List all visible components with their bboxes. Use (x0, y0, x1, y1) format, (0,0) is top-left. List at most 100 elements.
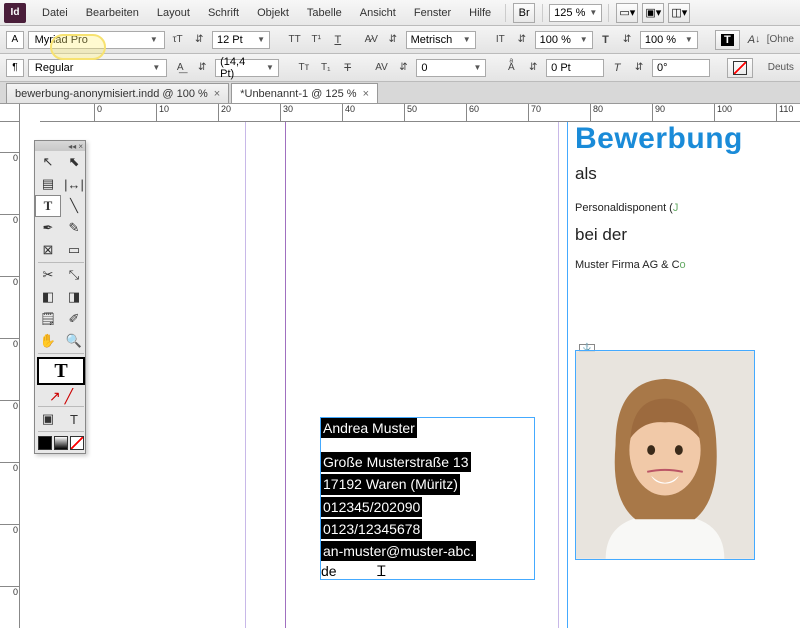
vscale-dropdown[interactable]: 100 %▼ (535, 31, 593, 49)
skew-field[interactable]: 0° (652, 59, 710, 77)
apply-none[interactable] (70, 436, 84, 450)
baseline-field[interactable]: 0 Pt (546, 59, 604, 77)
menu-objekt[interactable]: Objekt (249, 3, 297, 23)
gradient-feather-tool[interactable]: ◨ (61, 286, 87, 308)
zoom-value: 125 % (554, 7, 585, 19)
vscale-icon: IT (491, 31, 509, 49)
paragraph-mode-icon[interactable]: ¶ (6, 59, 24, 77)
stepper-icon[interactable]: ⇵ (513, 31, 531, 49)
stepper-icon[interactable]: ⇵ (630, 59, 648, 77)
type-tool[interactable]: T (35, 195, 61, 217)
menu-fenster[interactable]: Fenster (406, 3, 459, 23)
role-line: Personaldisponent (J (575, 194, 800, 217)
strikethrough-icon[interactable]: T (339, 59, 357, 77)
stepper-icon[interactable]: ⇵ (618, 31, 636, 49)
guide[interactable] (245, 122, 246, 628)
city-line: 17192 Waren (Müritz) (321, 474, 460, 494)
doc-tab-2[interactable]: *Unbenannt-1 @ 125 %× (231, 83, 378, 103)
character-mode-icon[interactable]: A (6, 31, 24, 49)
hand-tool[interactable]: ✋ (35, 330, 61, 352)
char-style-icon[interactable]: A↓ (745, 31, 763, 49)
font-size-dropdown[interactable]: 12 Pt▼ (212, 31, 270, 49)
menu-schrift[interactable]: Schrift (200, 3, 247, 23)
screen-mode-button[interactable]: ▣▾ (642, 3, 664, 23)
bridge-button[interactable]: Br (513, 3, 535, 23)
formatting-text[interactable]: T (61, 408, 87, 430)
smallcaps-icon[interactable]: Tᴛ (295, 59, 313, 77)
ruler-origin[interactable] (0, 104, 20, 122)
allcaps-icon[interactable]: TT (286, 31, 304, 49)
vertical-ruler[interactable]: 0 0 0 0 0 0 0 0 (0, 122, 20, 628)
skew-icon: T (608, 59, 626, 77)
free-transform-tool[interactable]: ⤡ (61, 264, 87, 286)
view-mode-button[interactable]: ▭▾ (616, 3, 638, 23)
page-tool[interactable]: ▤ (35, 173, 61, 195)
font-style-dropdown[interactable]: Regular▼ (28, 59, 167, 77)
kerning-dropdown[interactable]: Metrisch▼ (406, 31, 476, 49)
font-family-dropdown[interactable]: Myriad Pro▼ (28, 31, 165, 49)
canvas[interactable]: Bewerbung als Personaldisponent (J bei d… (20, 122, 800, 628)
subscript-icon[interactable]: T₁ (317, 59, 335, 77)
kerning-icon: A̷V (362, 31, 380, 49)
stepper-icon[interactable]: ⇵ (524, 59, 542, 77)
menu-hilfe[interactable]: Hilfe (461, 3, 499, 23)
name-line: Andrea Muster (321, 418, 417, 438)
line-tool[interactable]: ╲ (61, 195, 87, 217)
apply-gradient[interactable] (54, 436, 68, 450)
fill-stroke-proxy[interactable]: T (37, 357, 85, 385)
language-label[interactable]: Deuts (768, 62, 794, 73)
doc-tab-1[interactable]: bewerbung-anonymisiert.indd @ 100 %× (6, 83, 229, 103)
direct-selection-tool[interactable]: ⬉ (61, 151, 87, 173)
panel-header[interactable]: ◂◂ × (35, 141, 85, 151)
hscale-dropdown[interactable]: 100 %▼ (640, 31, 698, 49)
stepper-icon[interactable]: ⇵ (384, 31, 402, 49)
leading-dropdown[interactable]: (14,4 Pt)▼ (215, 59, 279, 77)
photo-frame[interactable] (575, 350, 755, 560)
horizontal-ruler[interactable]: 0 10 20 30 40 50 60 70 80 90 100 110 (40, 104, 800, 122)
rect-frame-tool[interactable]: ⊠ (35, 239, 61, 261)
stepper-icon[interactable]: ⇵ (394, 59, 412, 77)
note-tool[interactable]: 🗒 (35, 308, 61, 330)
control-panel-row1: A Myriad Pro▼ τT ⇵ 12 Pt▼ TT T¹ T A̷V ⇵ … (0, 26, 800, 54)
gradient-swatch-tool[interactable]: ◧ (35, 286, 61, 308)
menu-tabelle[interactable]: Tabelle (299, 3, 350, 23)
scissors-tool[interactable]: ✂ (35, 264, 61, 286)
fill-t-button[interactable]: T (715, 30, 740, 50)
pen-tool[interactable]: ✒ (35, 217, 61, 239)
apply-color[interactable] (38, 436, 52, 450)
guide[interactable] (558, 122, 559, 628)
column-guide[interactable] (567, 122, 568, 628)
workspace: 0 0 0 0 0 0 0 0 Bewerbung als Personaldi… (0, 122, 800, 628)
contact-text-frame[interactable]: Andrea Muster Große Musterstraße 13 1719… (320, 417, 535, 580)
font-size-icon: τT (169, 31, 187, 49)
close-icon[interactable]: × (214, 88, 220, 100)
title-block: Bewerbung als Personaldisponent (J bei d… (575, 122, 800, 274)
stepper-icon[interactable]: ⇵ (193, 59, 211, 77)
tools-panel[interactable]: ◂◂ × ↖ ⬉ ▤ |↔| T ╲ ✒ ✎ ⊠ ▭ ✂ ⤡ ◧ ◨ 🗒 ✐ ✋… (34, 140, 86, 454)
default-colors[interactable] (35, 433, 87, 453)
phone2-line: 0123/12345678 (321, 519, 422, 539)
zoom-tool[interactable]: 🔍 (61, 330, 87, 352)
menu-layout[interactable]: Layout (149, 3, 198, 23)
control-panel-row2: ¶ Regular▼ A͟ ⇵ (14,4 Pt)▼ Tᴛ T₁ T AV ⇵ … (0, 54, 800, 82)
swap-fill-stroke[interactable]: ↗ ╱ (35, 387, 87, 405)
pencil-tool[interactable]: ✎ (61, 217, 87, 239)
menu-datei[interactable]: Datei (34, 3, 76, 23)
rect-tool[interactable]: ▭ (61, 239, 87, 261)
margin-guide[interactable] (285, 122, 286, 628)
gap-tool[interactable]: |↔| (61, 173, 87, 195)
formatting-container[interactable]: ▣ (35, 408, 61, 430)
menu-bearbeiten[interactable]: Bearbeiten (78, 3, 147, 23)
tracking-icon: AV (373, 59, 391, 77)
close-icon[interactable]: × (363, 88, 369, 100)
stepper-icon[interactable]: ⇵ (190, 31, 208, 49)
arrange-button[interactable]: ◫▾ (668, 3, 690, 23)
zoom-level[interactable]: 125 %▼ (549, 4, 602, 22)
superscript-icon[interactable]: T¹ (307, 31, 325, 49)
no-fill-button[interactable] (727, 58, 753, 78)
selection-tool[interactable]: ↖ (35, 151, 61, 173)
underline-icon[interactable]: T (329, 31, 347, 49)
eyedropper-tool[interactable]: ✐ (61, 308, 87, 330)
menu-ansicht[interactable]: Ansicht (352, 3, 404, 23)
tracking-dropdown[interactable]: 0▼ (416, 59, 486, 77)
